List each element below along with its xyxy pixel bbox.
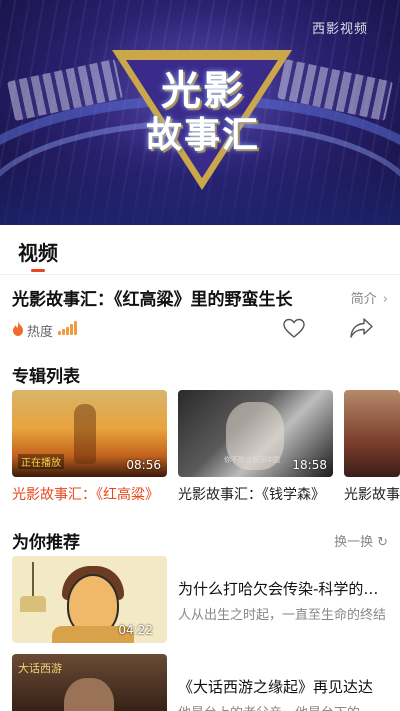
album-card-title: 光影故事汇：《钱学森》 [178, 487, 325, 503]
show-logo-line2: 故事汇 [145, 114, 260, 156]
recommend-item[interactable]: 大话西游 《大话西游之缘起》再见达达 他是台上的老父亲，他是台下的 [12, 654, 388, 711]
album-thumbnail [344, 390, 400, 477]
video-meta-row: 热度 [12, 316, 388, 344]
duration-label: 18:58 [292, 458, 327, 472]
thumbnail-label: 大话西游 [18, 662, 62, 675]
refresh-icon: ↻ [377, 535, 388, 550]
share-icon[interactable] [348, 316, 374, 340]
thumbnail-lamp [32, 562, 34, 600]
duration-label: 08:56 [126, 458, 161, 472]
refresh-button[interactable]: 换一换 ↻ [334, 531, 388, 550]
tab-video[interactable]: 视频 [18, 237, 58, 266]
heat-label: 热度 [27, 325, 54, 340]
video-player[interactable]: 光影 故事汇 西影视频 [0, 0, 400, 225]
thumbnail-figure [74, 404, 96, 464]
duration-label: 04:22 [118, 623, 153, 637]
thumbnail-figure [64, 678, 114, 711]
heat-level-icon [58, 321, 80, 335]
flame-icon [13, 321, 23, 336]
album-section-title: 专辑列表 [12, 367, 80, 387]
tab-bar: 视频 [0, 225, 400, 275]
intro-label: 简介 [350, 292, 377, 307]
album-card[interactable]: 光影故事汇 [344, 390, 400, 505]
album-thumbnail: 你不能让我回中国 18:58 [178, 390, 333, 477]
recommend-item[interactable]: 04:22 为什么打哈欠会传染-科学的解释 人从出生之时起，一直至生命的终结 [12, 556, 388, 644]
recommend-section-title: 为你推荐 [12, 533, 80, 553]
refresh-label: 换一换 [334, 535, 374, 550]
recommend-title: 为什么打哈欠会传染-科学的解释 [178, 580, 388, 598]
channel-watermark: 西影视频 [311, 22, 368, 37]
recommend-description: 他是台上的老父亲，他是台下的 [178, 702, 388, 711]
video-title-row: 光影故事汇：《红高粱》里的野蛮生长 简介 › [12, 285, 388, 311]
album-card[interactable]: 你不能让我回中国 18:58 光影故事汇：《钱学森》 [178, 390, 333, 505]
recommend-thumbnail: 大话西游 [12, 654, 167, 711]
tab-active-indicator [31, 269, 45, 272]
recommend-thumbnail: 04:22 [12, 556, 167, 643]
album-card-title: 光影故事汇 [344, 487, 400, 503]
album-card[interactable]: 正在播放 08:56 光影故事汇：《红高粱》 [12, 390, 167, 505]
now-playing-badge: 正在播放 [18, 454, 64, 469]
recommend-title: 《大话西游之缘起》再见达达 [178, 678, 374, 696]
thumbnail-lampshade [20, 596, 46, 612]
album-thumbnail: 正在播放 08:56 [12, 390, 167, 477]
video-title: 光影故事汇：《红高粱》里的野蛮生长 [12, 290, 293, 310]
album-card-title: 光影故事汇：《红高粱》 [12, 487, 159, 503]
recommend-description: 人从出生之时起，一直至生命的终结 [178, 608, 387, 623]
thumbnail-subtitle: 你不能让我回中国 [224, 456, 280, 464]
chevron-right-icon: › [382, 292, 388, 307]
intro-button[interactable]: 简介 › [351, 288, 388, 307]
heart-icon[interactable] [282, 316, 306, 340]
